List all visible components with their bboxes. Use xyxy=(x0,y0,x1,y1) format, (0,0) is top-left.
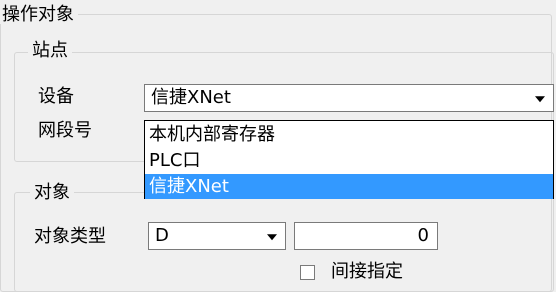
object-type-value: D xyxy=(155,225,169,246)
device-combobox-value: 信捷XNet xyxy=(151,87,231,108)
operation-target-title: 操作对象 xyxy=(0,6,78,24)
device-option-plc-port[interactable]: PLC口 xyxy=(145,148,553,173)
chevron-down-icon[interactable] xyxy=(267,234,277,241)
object-address-value: 0 xyxy=(417,225,429,246)
device-label: 设备 xyxy=(38,86,74,107)
chevron-down-icon[interactable] xyxy=(535,96,545,103)
station-title: 站点 xyxy=(28,42,72,60)
device-combobox[interactable]: 信捷XNet xyxy=(144,84,554,112)
device-dropdown-list[interactable]: 本机内部寄存器 PLC口 信捷XNet xyxy=(144,120,554,199)
object-type-label: 对象类型 xyxy=(34,226,106,247)
object-type-combobox[interactable]: D xyxy=(148,222,286,250)
indirect-checkbox[interactable] xyxy=(300,265,315,280)
segment-label: 网段号 xyxy=(38,120,92,141)
object-address-input[interactable]: 0 xyxy=(294,222,438,250)
object-title: 对象 xyxy=(30,184,74,202)
device-option-xinje-xnet[interactable]: 信捷XNet xyxy=(145,174,553,199)
indirect-label: 间接指定 xyxy=(331,261,403,282)
device-option-internal-register[interactable]: 本机内部寄存器 xyxy=(145,122,553,147)
